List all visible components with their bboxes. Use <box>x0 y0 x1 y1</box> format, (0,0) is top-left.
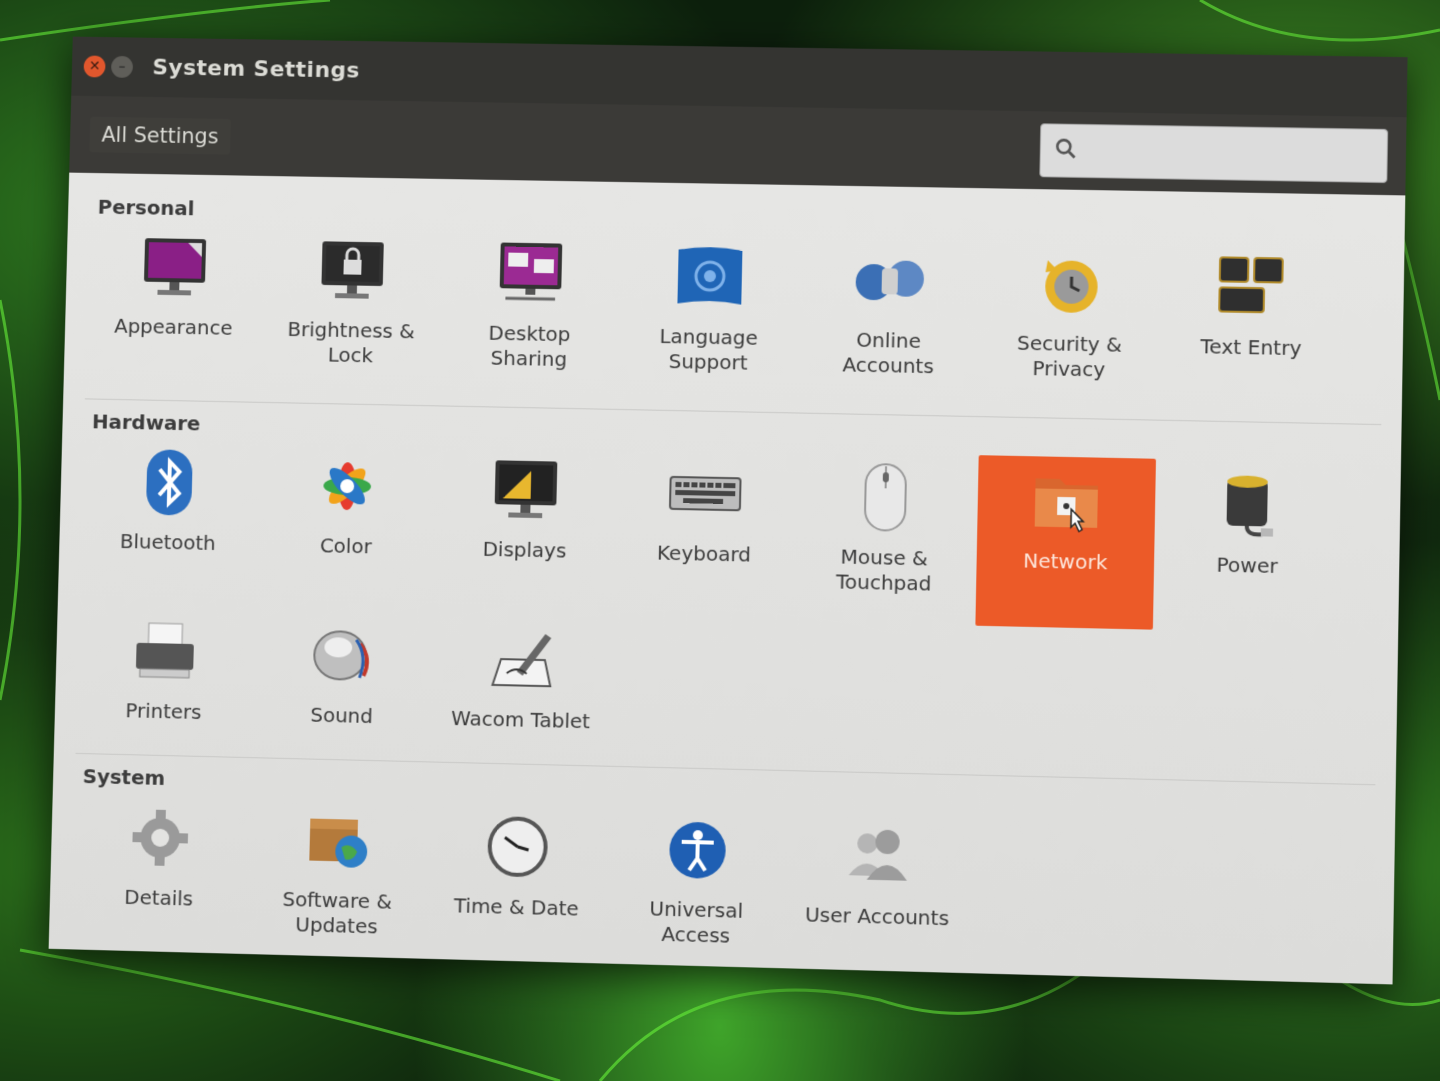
settings-item-printers[interactable]: Printers <box>76 606 253 749</box>
color-flower-icon <box>309 448 386 525</box>
appearance-icon <box>137 229 214 306</box>
close-button[interactable]: ✕ <box>83 55 105 77</box>
settings-item-brightness-lock[interactable]: Brightness & Lock <box>262 225 440 397</box>
settings-item-user-accounts[interactable]: User Accounts <box>788 809 968 955</box>
minimize-button[interactable]: – <box>111 56 133 78</box>
settings-item-label: User Accounts <box>805 902 950 931</box>
sound-knob-icon <box>305 617 382 695</box>
settings-item-label: Network <box>1023 548 1108 575</box>
settings-item-power[interactable]: Power <box>1157 459 1338 634</box>
settings-item-universal-access[interactable]: Universal Access <box>607 805 786 950</box>
settings-content: Personal Appearance Brightness & Lock De… <box>49 173 1406 985</box>
printer-icon <box>127 613 204 690</box>
accessibility-icon <box>659 812 737 888</box>
settings-item-label: Displays <box>482 537 566 564</box>
online-accounts-icon <box>851 242 929 319</box>
settings-item-label: Details <box>124 885 193 912</box>
settings-item-sound[interactable]: Sound <box>254 610 432 754</box>
settings-item-bluetooth[interactable]: Bluetooth <box>79 437 257 610</box>
settings-item-label: Text Entry <box>1200 334 1302 361</box>
network-folder-icon <box>1027 462 1105 540</box>
settings-item-details[interactable]: Details <box>71 792 249 936</box>
settings-item-label: Universal Access <box>615 895 776 949</box>
all-settings-button[interactable]: All Settings <box>89 117 230 155</box>
users-icon <box>839 817 917 895</box>
settings-item-appearance[interactable]: Appearance <box>85 222 263 394</box>
display-monitor-icon <box>487 451 564 528</box>
system-grid: Details Software & Updates Time & Date U… <box>71 792 1375 966</box>
settings-item-label: Bluetooth <box>120 529 216 556</box>
settings-item-label: Brightness & Lock <box>271 317 430 370</box>
settings-item-label: Sound <box>310 703 373 729</box>
settings-item-label: Desktop Sharing <box>449 320 609 373</box>
keyboard-icon <box>666 455 744 533</box>
bluetooth-icon <box>131 444 208 521</box>
settings-item-color[interactable]: Color <box>257 441 435 614</box>
search-icon <box>1053 135 1080 165</box>
settings-item-desktop-sharing[interactable]: Desktop Sharing <box>441 229 620 401</box>
settings-item-text-entry[interactable]: Text Entry <box>1161 241 1342 415</box>
settings-item-language-support[interactable]: Language Support <box>619 232 798 405</box>
settings-item-keyboard[interactable]: Keyboard <box>615 448 795 622</box>
brightness-lock-icon <box>314 232 391 309</box>
settings-item-label: Online Accounts <box>808 327 969 380</box>
settings-item-label: Time & Date <box>454 893 579 921</box>
settings-item-time-date[interactable]: Time & Date <box>428 801 607 946</box>
settings-item-wacom-tablet[interactable]: Wacom Tablet <box>432 614 611 758</box>
hardware-grid-row-2: Printers Sound Wacom Tablet <box>76 606 1378 776</box>
settings-item-label: Color <box>320 533 372 559</box>
settings-item-displays[interactable]: Displays <box>435 444 614 617</box>
hardware-grid: Bluetooth Color Displays Keyboard Mouse … <box>79 437 1380 635</box>
settings-item-label: Power <box>1216 553 1278 579</box>
personal-grid: Appearance Brightness & Lock Desktop Sha… <box>85 222 1384 416</box>
clock-icon <box>479 808 557 886</box>
settings-item-software-updates[interactable]: Software & Updates <box>249 796 427 941</box>
search-input[interactable] <box>1079 124 1388 183</box>
settings-item-label: Language Support <box>628 323 789 376</box>
settings-item-security-privacy[interactable]: Security & Privacy <box>980 238 1160 411</box>
settings-item-label: Wacom Tablet <box>451 706 590 734</box>
power-battery-icon <box>1209 466 1287 544</box>
software-updates-icon <box>300 803 377 879</box>
keyboard-keys-icon <box>1213 248 1291 326</box>
settings-item-label: Security & Privacy <box>988 330 1150 383</box>
system-settings-window: ✕ – System Settings All Settings Persona… <box>49 37 1408 985</box>
security-privacy-icon <box>1032 245 1110 322</box>
search-box[interactable] <box>1039 123 1388 183</box>
settings-item-mouse-touchpad[interactable]: Mouse & Touchpad <box>795 452 975 626</box>
tablet-pen-icon <box>483 621 560 699</box>
settings-item-online-accounts[interactable]: Online Accounts <box>799 235 979 408</box>
settings-item-label: Printers <box>125 698 202 725</box>
desktop-sharing-icon <box>492 235 569 312</box>
mouse-icon <box>847 459 925 537</box>
settings-item-label: Appearance <box>114 314 233 341</box>
settings-item-label: Keyboard <box>657 541 751 568</box>
settings-item-network[interactable]: Network <box>975 455 1156 630</box>
window-title: System Settings <box>152 55 360 83</box>
language-flag-icon <box>671 239 748 316</box>
settings-item-label: Software & Updates <box>257 886 417 940</box>
settings-item-label: Mouse & Touchpad <box>803 544 965 598</box>
gear-icon <box>122 799 199 877</box>
